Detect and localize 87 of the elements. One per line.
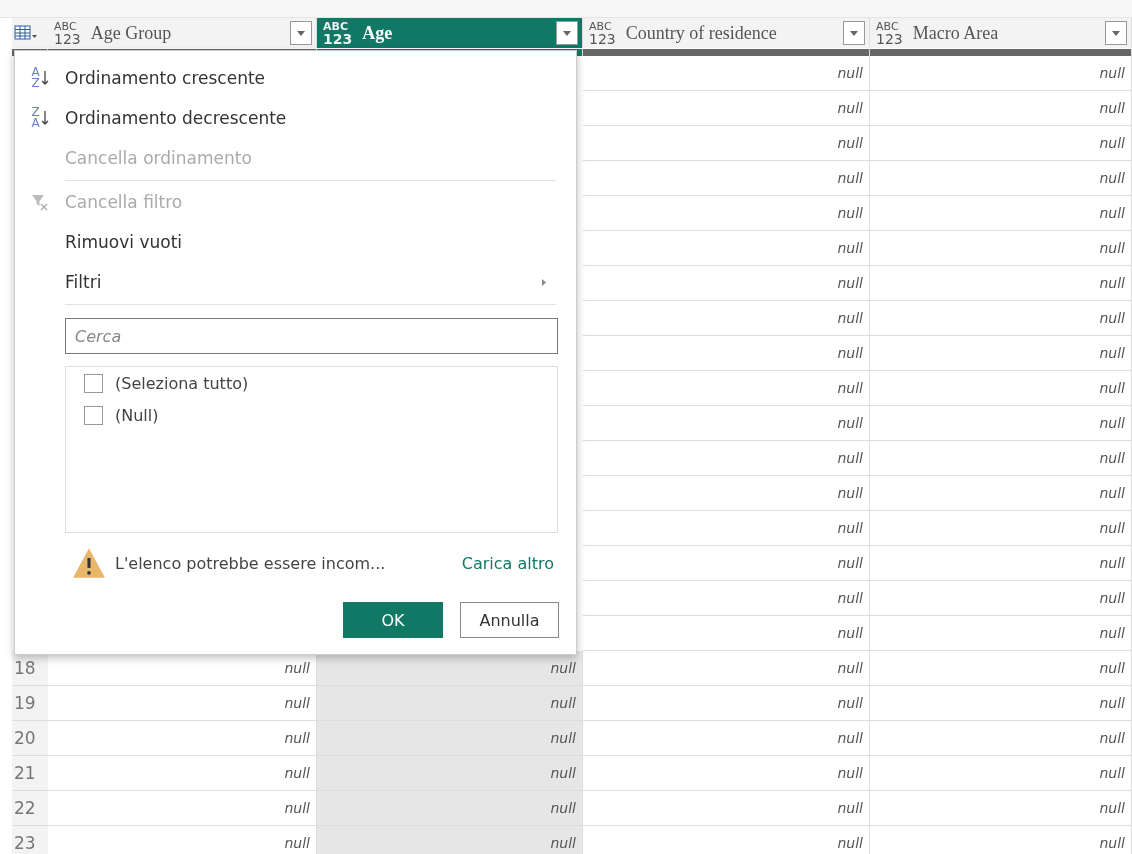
- load-more-link[interactable]: Carica altro: [461, 553, 554, 573]
- table-cell: null: [583, 546, 870, 581]
- table-cell: null: [583, 196, 870, 231]
- value-label: (Seleziona tutto): [115, 374, 249, 393]
- table-cell: null: [870, 126, 1132, 161]
- value-label: (Null): [115, 406, 159, 425]
- warning-icon: [71, 547, 107, 579]
- dropdown-button[interactable]: [290, 21, 312, 45]
- table-cell: null: [583, 476, 870, 511]
- table-menu-icon[interactable]: [14, 25, 38, 41]
- table-cell: null: [870, 756, 1132, 791]
- table-cell: null: [583, 511, 870, 546]
- checkbox[interactable]: [84, 374, 103, 393]
- table-cell: null: [583, 581, 870, 616]
- caret-icon: [1112, 30, 1120, 36]
- table-cell: null: [870, 581, 1132, 616]
- dropdown-button[interactable]: [1105, 21, 1127, 45]
- table-cell: null: [870, 161, 1132, 196]
- dropdown-button[interactable]: [556, 21, 578, 45]
- row-number: 19: [12, 686, 48, 721]
- table-cell: null: [870, 406, 1132, 441]
- table-cell: null: [870, 301, 1132, 336]
- table-cell: null: [870, 441, 1132, 476]
- table-cell: null: [317, 791, 583, 826]
- table-cell: null: [583, 406, 870, 441]
- menu-item[interactable]: Filtri: [15, 262, 576, 302]
- table-cell: null: [583, 161, 870, 196]
- table-cell: null: [583, 336, 870, 371]
- table-cell: null: [870, 721, 1132, 756]
- table-cell: null: [48, 721, 317, 756]
- table-cell: null: [317, 721, 583, 756]
- table-cell: null: [583, 686, 870, 721]
- table-cell: null: [583, 56, 870, 91]
- ok-button[interactable]: OK: [343, 602, 443, 638]
- table-cell: null: [48, 756, 317, 791]
- table-cell: null: [583, 441, 870, 476]
- type-icon: ABC 123: [323, 21, 353, 45]
- search-field[interactable]: Cerca: [65, 318, 558, 354]
- table-cell: null: [48, 686, 317, 721]
- table-cell: null: [583, 91, 870, 126]
- table-cell: null: [583, 791, 870, 826]
- table-cell: null: [870, 546, 1132, 581]
- table-cell: null: [870, 371, 1132, 406]
- submenu-arrow-icon: [542, 278, 546, 286]
- checkbox[interactable]: [84, 406, 103, 425]
- row-number: 22: [12, 791, 48, 826]
- table-cell: null: [870, 791, 1132, 826]
- type-icon: ABC 123: [589, 21, 616, 45]
- table-cell: null: [870, 651, 1132, 686]
- menu-item[interactable]: Rimuovi vuoti: [15, 222, 576, 262]
- table-cell: null: [317, 826, 583, 854]
- caret-icon: [850, 30, 858, 36]
- table-cell: null: [583, 126, 870, 161]
- dropdown-button[interactable]: [843, 21, 865, 45]
- table-cell: null: [583, 721, 870, 756]
- type-icon: ABC 123: [54, 21, 81, 45]
- table-cell: null: [48, 791, 317, 826]
- table-cell: null: [583, 266, 870, 301]
- row-number: 20: [12, 721, 48, 756]
- table-cell: null: [870, 56, 1132, 91]
- table-cell: null: [870, 91, 1132, 126]
- caret-icon: [297, 30, 305, 36]
- table-cell: null: [583, 616, 870, 651]
- caret-icon: [563, 30, 571, 36]
- table-cell: null: [317, 686, 583, 721]
- table-cell: null: [870, 196, 1132, 231]
- table-cell: null: [870, 476, 1132, 511]
- table-cell: null: [583, 301, 870, 336]
- table-cell: null: [870, 686, 1132, 721]
- table-cell: null: [583, 231, 870, 266]
- table-cell: null: [583, 756, 870, 791]
- table-cell: null: [317, 756, 583, 791]
- row-number: 21: [12, 756, 48, 791]
- table-cell: null: [870, 336, 1132, 371]
- menu-item[interactable]: A Z Ordinamento crescente: [15, 58, 576, 98]
- table-cell: null: [870, 231, 1132, 266]
- table-cell: null: [583, 371, 870, 406]
- table-cell: null: [583, 651, 870, 686]
- menu-item[interactable]: Z A Ordinamento decrescente: [15, 98, 576, 138]
- table-cell: null: [870, 616, 1132, 651]
- warning-text: L'elenco potrebbe essere incom...: [115, 553, 387, 573]
- row-number: 23: [12, 826, 48, 854]
- table-cell: null: [870, 266, 1132, 301]
- type-icon: ABC 123: [876, 21, 903, 45]
- clear-filter-icon: [31, 193, 49, 211]
- cancel-button[interactable]: Annulla: [460, 602, 559, 638]
- table-cell: null: [870, 511, 1132, 546]
